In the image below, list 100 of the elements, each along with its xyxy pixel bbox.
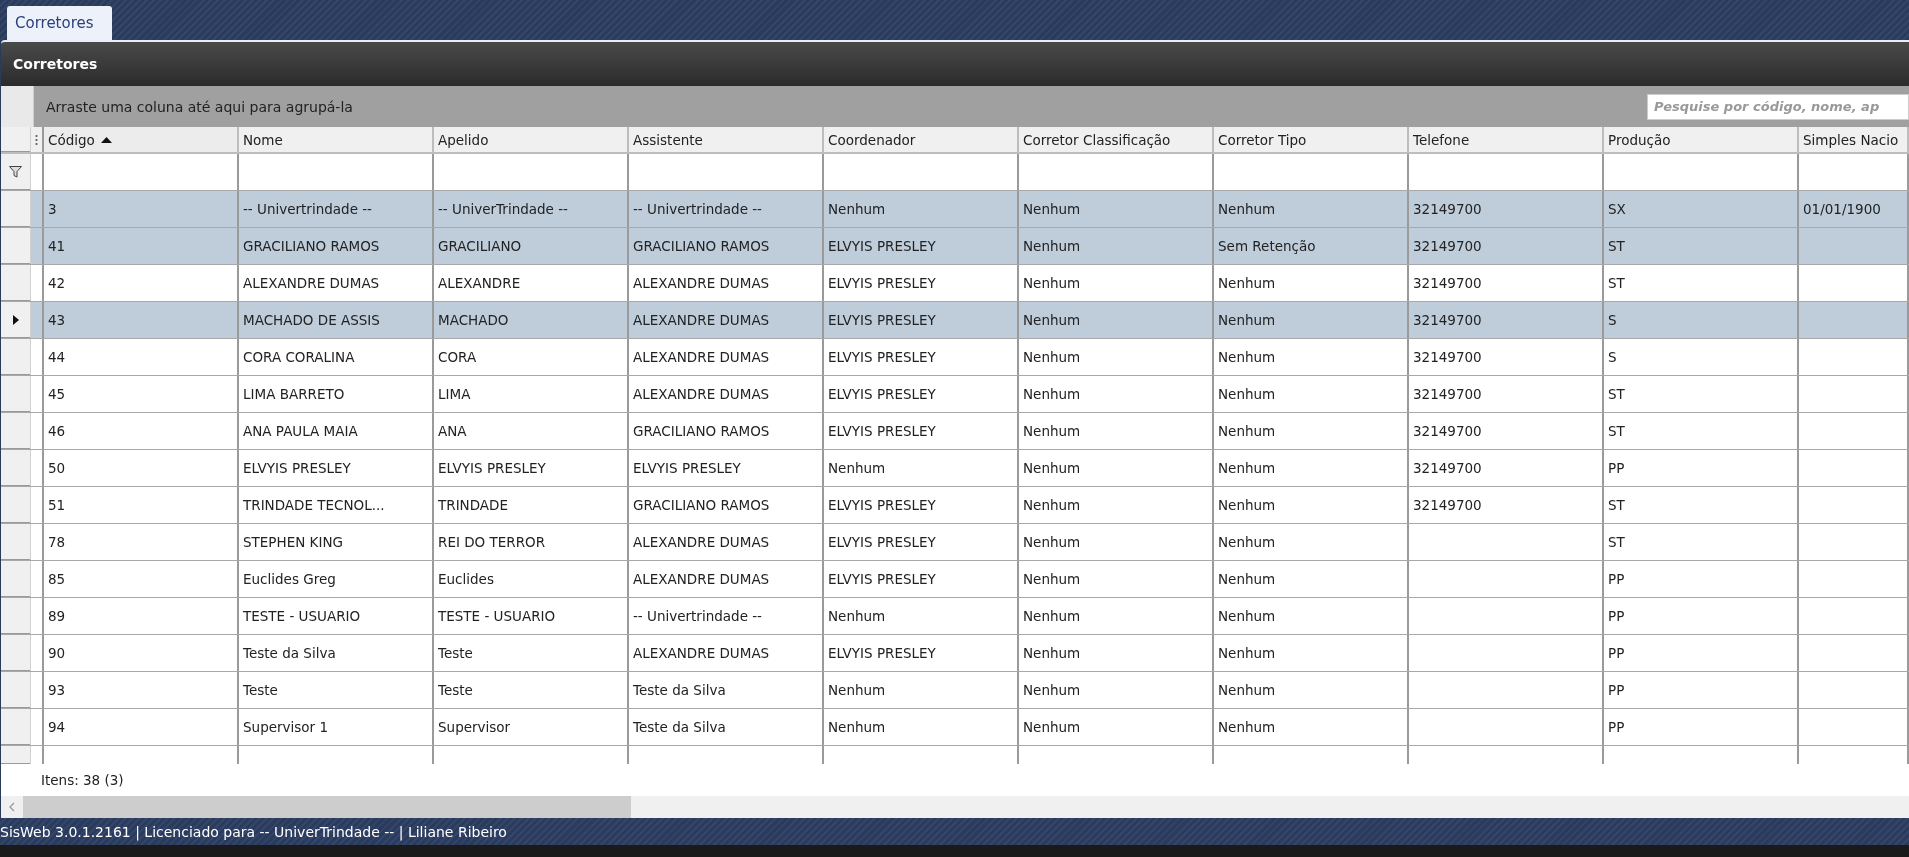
table-cell: GRACILIANO RAMOS (633, 497, 770, 513)
table-cell: ANA PAULA MAIA (243, 423, 358, 439)
table-cell: Nenhum (1218, 645, 1276, 661)
table-cell: -- Univertrindade -- (633, 201, 762, 217)
table-cell: Nenhum (828, 682, 886, 698)
table-cell: 32149700 (1413, 312, 1482, 328)
table-cell: Teste da Silva (243, 645, 336, 661)
tab[interactable]: Corretores (7, 6, 112, 40)
table-row[interactable]: 43 MACHADO DE ASSIS MACHADO ALEXANDRE DUMAS ELVYIS PRESLEY Nenhum Nenhum 32149700 S (1, 302, 1909, 339)
table-cell: Nenhum (1023, 645, 1081, 661)
table-cell: CORA CORALINA (243, 349, 355, 365)
table-cell: PP (1608, 571, 1625, 587)
sort-ascending-icon (100, 136, 112, 143)
table-cell: ALEXANDRE DUMAS (633, 312, 770, 328)
search-field[interactable]: Pesquise por código, nome, ap (1647, 93, 1909, 120)
table-cell: PP (1608, 608, 1625, 624)
table-cell: 78 (48, 534, 66, 550)
table-cell: Nenhum (1218, 312, 1276, 328)
column-header[interactable]: Código (44, 127, 239, 152)
table-cell: GRACILIANO RAMOS (243, 238, 380, 254)
table-cell: Nenhum (1218, 423, 1276, 439)
table-cell: 32149700 (1413, 423, 1482, 439)
table-cell: TESTE - USUARIO (438, 608, 556, 624)
table-cell: ALEXANDRE DUMAS (243, 275, 380, 291)
table-cell: Nenhum (1023, 571, 1081, 587)
table-cell: Nenhum (1023, 719, 1081, 735)
table-cell: Nenhum (1218, 349, 1276, 365)
table-cell: 32149700 (1413, 497, 1482, 513)
table-row[interactable]: 93 Teste Teste Teste da Silva Nenhum Nenhum Nenhum PP (1, 672, 1909, 709)
row-header[interactable] (1, 302, 31, 338)
table-cell: 94 (48, 719, 66, 735)
table-row[interactable]: 90 Teste da Silva Teste ALEXANDRE DUMAS ELVYIS PRESLEY Nenhum Nenhum PP (1, 635, 1909, 672)
table-row[interactable]: 45 LIMA BARRETO LIMA ALEXANDRE DUMAS ELVYIS PRESLEY Nenhum Nenhum 32149700 ST (1, 376, 1909, 413)
table-cell: Nenhum (1023, 423, 1081, 439)
table-cell: 32149700 (1413, 238, 1482, 254)
table-row[interactable]: 46 ANA PAULA MAIA ANA GRACILIANO RAMOS ELVYIS PRESLEY Nenhum Nenhum 32149700 ST (1, 413, 1909, 450)
table-cell: ST (1608, 423, 1625, 439)
table-cell: ELVYIS PRESLEY (828, 312, 936, 328)
table-cell: S (1608, 349, 1617, 365)
table-row[interactable]: 51 TRINDADE TECNOL... TRINDADE GRACILIANO RAMOS ELVYIS PRESLEY Nenhum Nenhum 32149700 ST (1, 487, 1909, 524)
scrollbar-thumb[interactable] (23, 796, 631, 818)
status-text: SisWeb 3.0.1.2161 | Licenciado para -- UniverTrindade -- | Liliane Ribeiro (0, 823, 507, 840)
table-cell: REI DO TERROR (438, 534, 546, 550)
table-cell: ELVYIS PRESLEY (828, 238, 936, 254)
table-cell: Nenhum (1023, 608, 1081, 624)
table-cell: Teste da Silva (633, 682, 726, 698)
table-cell: Euclides Greg (243, 571, 336, 587)
table-cell: Nenhum (1023, 349, 1081, 365)
table-cell: Supervisor 1 (243, 719, 328, 735)
table-cell: LIMA BARRETO (243, 386, 345, 402)
table-cell: 32149700 (1413, 386, 1482, 402)
table-cell: 85 (48, 571, 66, 587)
table-cell: ELVYIS PRESLEY (438, 460, 546, 476)
table-cell: ST (1608, 497, 1625, 513)
table-cell: ALEXANDRE DUMAS (633, 386, 770, 402)
table-cell: ELVYIS PRESLEY (828, 386, 936, 402)
table-cell: 90 (48, 645, 66, 661)
table-cell: Nenhum (1023, 312, 1081, 328)
table-cell: Nenhum (1023, 497, 1081, 513)
table-cell: 45 (48, 386, 66, 402)
table-cell: Nenhum (1218, 719, 1276, 735)
table-cell: CORA (438, 349, 477, 365)
table-cell: STEPHEN KING (243, 534, 343, 550)
column-header[interactable]: Telefone (1409, 127, 1604, 152)
table-cell: MACHADO (438, 312, 509, 328)
table-row[interactable]: 3 -- Univertrindade -- -- UniverTrindade -- -- Univertrindade -- Nenhum Nenhum Nenhum 32149700 SX 01/01/1900 (1, 191, 1909, 228)
table-cell: ELVYIS PRESLEY (828, 275, 936, 291)
table-row[interactable]: 89 TESTE - USUARIO TESTE - USUARIO -- Univertrindade -- Nenhum Nenhum Nenhum PP (1, 598, 1909, 635)
table-cell: Nenhum (1218, 275, 1276, 291)
table-row[interactable]: 44 CORA CORALINA CORA ALEXANDRE DUMAS ELVYIS PRESLEY Nenhum Nenhum 32149700 S (1, 339, 1909, 376)
table-cell: PP (1608, 719, 1625, 735)
table-cell: Nenhum (1023, 201, 1081, 217)
table-cell: 42 (48, 275, 66, 291)
table-cell: Nenhum (1023, 275, 1081, 291)
table-row[interactable]: 50 ELVYIS PRESLEY ELVYIS PRESLEY ELVYIS PRESLEY Nenhum Nenhum Nenhum 32149700 PP (1, 450, 1909, 487)
table-row[interactable]: 78 STEPHEN KING REI DO TERROR ALEXANDRE DUMAS ELVYIS PRESLEY Nenhum Nenhum ST (1, 524, 1909, 561)
table-cell: ST (1608, 238, 1625, 254)
table-cell: ELVYIS PRESLEY (828, 571, 936, 587)
table-row[interactable]: 41 GRACILIANO RAMOS GRACILIANO GRACILIANO RAMOS ELVYIS PRESLEY Nenhum Sem Retenção 32149700 ST (1, 228, 1909, 265)
table-cell: Nenhum (828, 460, 886, 476)
table-row[interactable]: 85 Euclides Greg Euclides ALEXANDRE DUMAS ELVYIS PRESLEY Nenhum Nenhum PP (1, 561, 1909, 598)
table-cell: 50 (48, 460, 66, 476)
table-cell: 32149700 (1413, 349, 1482, 365)
table-cell: PP (1608, 460, 1625, 476)
table-cell: ELVYIS PRESLEY (243, 460, 351, 476)
filter-icon[interactable] (9, 166, 22, 178)
table-cell: Nenhum (1218, 386, 1276, 402)
table-cell: Euclides (438, 571, 494, 587)
table-cell: 32149700 (1413, 275, 1482, 291)
table-row[interactable]: 94 Supervisor 1 Supervisor Teste da Silva Nenhum Nenhum Nenhum PP (1, 709, 1909, 746)
table-cell: Nenhum (828, 719, 886, 735)
table-cell: Nenhum (828, 201, 886, 217)
table-cell: ELVYIS PRESLEY (828, 423, 936, 439)
table-cell: 32149700 (1413, 460, 1482, 476)
table-cell: Nenhum (1218, 608, 1276, 624)
table-cell: Nenhum (1218, 460, 1276, 476)
grip-icon[interactable] (35, 133, 38, 146)
table-cell: Nenhum (1023, 460, 1081, 476)
group-hint: Arraste uma coluna até aqui para agrupá-la (46, 98, 353, 115)
table-cell: ST (1608, 275, 1625, 291)
